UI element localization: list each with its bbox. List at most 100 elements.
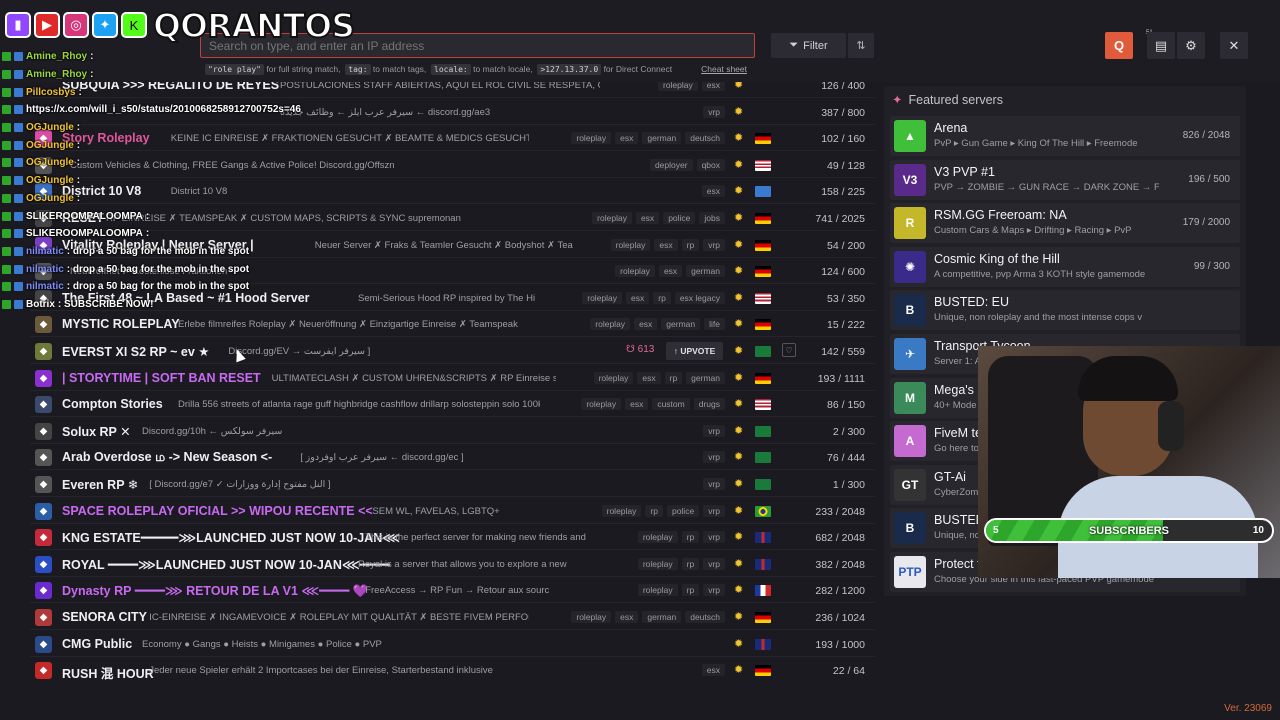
server-row[interactable]: ◆ Compton Stories Drilla 556 streets of … (30, 391, 875, 418)
server-row[interactable]: ◆ SENORA CITY IC-EINREISE ✗ INGAMEVOICE … (30, 604, 875, 630)
server-name: Dynasty RP ━━━━⋙ RETOUR DE LA V1 ⋘━━━━ 💜 (62, 584, 369, 599)
server-tag[interactable]: rp (681, 531, 700, 544)
server-tag[interactable]: roleplay (637, 531, 678, 544)
server-tag[interactable]: roleplay (615, 265, 655, 278)
server-tag[interactable]: drugs (693, 398, 725, 411)
server-row[interactable]: ◆ RUSH 混 HOUR Jeder neue Spieler erhält … (30, 657, 875, 682)
server-tag[interactable]: esx (635, 212, 660, 224)
server-tag[interactable]: police (663, 212, 696, 224)
server-tag[interactable]: life (704, 318, 725, 331)
server-tag[interactable]: rp (681, 584, 700, 597)
server-tag[interactable]: esx (626, 291, 650, 304)
server-tag[interactable]: esx (625, 398, 649, 411)
server-row[interactable]: ◆ Dynasty RP ━━━━⋙ RETOUR DE LA V1 ⋘━━━━… (30, 577, 875, 604)
server-tag[interactable]: roleplay (637, 584, 678, 597)
close-button[interactable]: ✕ (1220, 32, 1248, 59)
featured-server-item[interactable]: B BUSTED: EU Unique, non roleplay and th… (890, 290, 1240, 331)
server-tag[interactable]: vrp (703, 531, 725, 544)
featured-server-item[interactable]: V3 V3 PVP #1 PVP → ZOMBIE → GUN RACE → D… (890, 159, 1240, 200)
server-row[interactable]: ◆ Arab Overdose ம -> New Season <- [ سير… (30, 444, 875, 471)
chat-text: : (78, 86, 82, 98)
settings-button[interactable]: ⚙ (1177, 32, 1205, 59)
server-tag[interactable]: rp (653, 291, 671, 304)
q-button[interactable]: Q (1105, 32, 1133, 59)
server-row[interactable]: ◆ Solux RP ✕ Discord.gg/10h ← سيرفر سولك… (30, 418, 875, 444)
server-tag[interactable]: roleplay (582, 291, 623, 304)
server-tag[interactable]: german (661, 318, 701, 331)
server-row[interactable]: ◆ CMG Public Economy ● Gangs ● Heists ● … (30, 631, 875, 657)
server-tag[interactable]: roleplay (637, 557, 678, 570)
server-tag[interactable]: roleplay (592, 212, 632, 224)
server-tag[interactable]: roleplay (593, 371, 634, 384)
server-tag[interactable]: vrp (703, 105, 725, 118)
server-tag[interactable]: vrp (703, 238, 725, 251)
server-row[interactable]: ◆ Everen RP ❄ [ Discord.gg/e7 ✓ النل مفت… (30, 471, 875, 497)
server-tag[interactable]: esx (634, 318, 658, 331)
server-tag[interactable]: roleplay (590, 318, 631, 331)
featured-server-item[interactable]: R RSM.GG Freeroam: NA Custom Cars & Maps… (890, 203, 1240, 244)
server-icon: ◆ (35, 396, 52, 414)
server-tag[interactable]: esx (637, 371, 661, 384)
server-row[interactable]: ◆ SPACE ROLEPLAY OFICIAL >> WIPOU RECENT… (30, 498, 875, 524)
server-tag[interactable]: rp (664, 371, 683, 384)
server-row[interactable]: ◆ MYSTIC ROLEPLAY Erlebe filmreifes Role… (30, 311, 875, 338)
server-tag[interactable]: esx (701, 185, 725, 198)
server-tag[interactable]: esx legacy (674, 291, 725, 304)
filter-button[interactable]: ⏷ Filter (771, 33, 846, 58)
favorite-heart-icon[interactable]: ♡ (782, 343, 796, 357)
server-tag[interactable]: police (666, 504, 700, 517)
server-tag[interactable]: roleplay (610, 238, 651, 251)
server-tag[interactable]: vrp (703, 504, 725, 517)
server-tag[interactable]: esx (654, 238, 678, 251)
chat-username: OGJungle (26, 157, 74, 169)
server-tag[interactable]: german (642, 611, 682, 623)
locale-flag-icon (755, 638, 771, 650)
server-tag[interactable]: vrp (703, 584, 725, 597)
server-tag[interactable]: german (686, 265, 725, 278)
server-tag[interactable]: rp (681, 557, 700, 570)
server-tag[interactable]: deployer (649, 158, 693, 171)
server-name: CMG Public (62, 636, 133, 651)
server-tag[interactable]: vrp (703, 478, 725, 490)
server-description: [ Discord.gg/e7 ✓ النل مفتوح إدارة ووزار… (149, 479, 331, 490)
chat-username: OGJungle (26, 175, 74, 187)
featured-server-item[interactable]: ✺ Cosmic King of the Hill A competitive,… (890, 246, 1240, 287)
server-tag[interactable]: rp (681, 238, 700, 251)
tray-button[interactable]: ▤ (1147, 32, 1175, 59)
server-tag[interactable]: roleplay (571, 132, 612, 145)
server-row[interactable]: ◆ KNG ESTATE━━━━━⋙LAUNCHED JUST NOW 10-J… (30, 524, 875, 551)
server-tag[interactable]: roleplay (601, 504, 642, 517)
player-count: 49 / 128 (827, 159, 865, 172)
server-tag[interactable]: esx (701, 82, 725, 91)
server-tag[interactable]: german (686, 371, 725, 384)
server-tag[interactable]: vrp (703, 424, 725, 437)
server-tags: vrp (703, 105, 725, 118)
server-tag[interactable]: deutsch (685, 611, 725, 623)
server-tags: deployer qbox (649, 158, 725, 171)
server-tag[interactable]: esx (615, 611, 639, 623)
server-tag[interactable]: esx (658, 265, 683, 278)
upvote-button[interactable]: ↑ UPVOTE (666, 342, 723, 360)
server-tag[interactable]: roleplay (581, 398, 622, 411)
server-tag[interactable]: vrp (703, 557, 725, 570)
server-tag[interactable]: esx (615, 132, 639, 145)
server-tag[interactable]: deutsch (685, 132, 725, 145)
chat-text: : (145, 228, 150, 240)
server-tag[interactable]: german (642, 132, 682, 145)
cheat-sheet-link[interactable]: Cheat sheet (701, 64, 747, 74)
server-row[interactable]: ◆ ROYAL ━━━━⋙LAUNCHED JUST NOW 10-JAN⋘━━… (30, 551, 875, 577)
server-tag[interactable]: custom (652, 398, 690, 411)
server-tag[interactable]: roleplay (571, 611, 612, 623)
server-tag[interactable]: jobs (699, 212, 725, 224)
server-tag[interactable]: qbox (696, 158, 725, 171)
featured-server-item[interactable]: ▲ Arena PvP ▸ Gun Game ▸ King Of The Hil… (890, 116, 1240, 156)
sort-button[interactable]: ⇅ (848, 33, 874, 58)
player-count: 124 / 600 (821, 266, 865, 279)
server-row[interactable]: ◆ EVERST XI S2 RP ~ ev ★ Discord.gg/EV →… (30, 338, 875, 364)
server-row[interactable]: ◆ | STORYTIME | SOFT BAN RESET ULTIMATEC… (30, 365, 875, 391)
server-tag[interactable]: vrp (703, 451, 725, 464)
locale-flag-icon (755, 665, 771, 677)
server-tag[interactable]: esx (701, 664, 725, 677)
server-tag[interactable]: roleplay (657, 82, 698, 91)
server-tag[interactable]: rp (645, 504, 663, 517)
